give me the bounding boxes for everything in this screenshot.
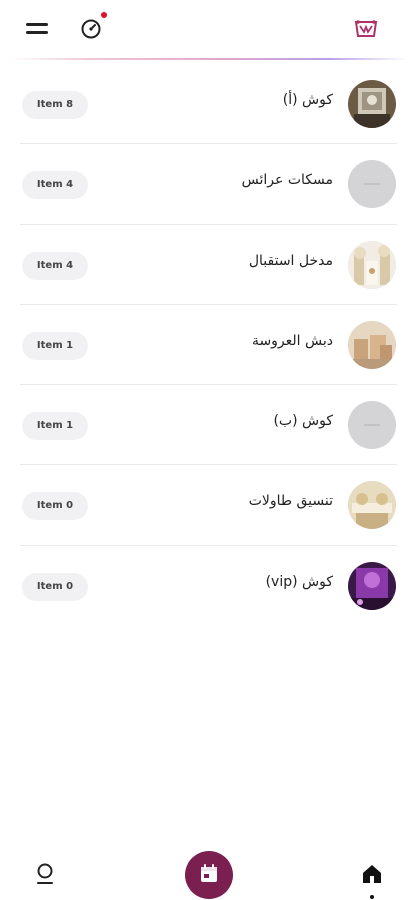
user-profile-icon[interactable] — [34, 862, 56, 886]
category-thumbnail — [348, 160, 396, 209]
item-count-badge: Item 8 — [22, 91, 88, 119]
item-count-badge: Item 0 — [22, 572, 88, 601]
brand-logo-icon[interactable] — [352, 16, 380, 42]
category-list: كوش (أ) Item 8 مسكات عرائس Item 4 مدخل ا… — [0, 64, 417, 626]
category-title: مسكات عرائس — [241, 172, 333, 189]
category-title: كوش (vip) — [265, 573, 333, 590]
calendar-icon — [201, 864, 217, 882]
notification-dot — [101, 12, 107, 18]
category-row[interactable]: دبش العروسة Item 1 — [0, 305, 417, 386]
category-title: كوش (ب) — [273, 413, 333, 430]
category-title: كوش (أ) — [282, 92, 333, 108]
category-row[interactable]: تنسيق طاولات Item 0 — [0, 465, 417, 546]
item-count-badge: Item 4 — [22, 171, 88, 200]
item-count-badge: Item 4 — [22, 251, 88, 280]
category-row[interactable]: كوش (ب) Item 1 — [0, 385, 417, 466]
bottom-navigation — [0, 840, 417, 900]
speedometer-icon[interactable] — [78, 15, 104, 41]
category-title: تنسيق طاولات — [248, 493, 333, 510]
hamburger-menu-icon[interactable] — [26, 20, 48, 38]
category-thumbnail — [348, 561, 396, 610]
item-count-badge: Item 1 — [22, 412, 88, 441]
calendar-button[interactable] — [185, 851, 233, 899]
category-thumbnail — [348, 320, 396, 369]
active-tab-indicator — [370, 895, 374, 899]
category-row[interactable]: مسكات عرائس Item 4 — [0, 144, 417, 225]
category-row[interactable]: كوش (أ) Item 8 — [0, 64, 417, 145]
category-thumbnail — [348, 401, 396, 450]
category-title: مدخل استقبال — [248, 252, 333, 269]
category-row[interactable]: كوش (vip) Item 0 — [0, 546, 417, 626]
category-title: دبش العروسة — [251, 332, 333, 349]
home-icon[interactable] — [360, 862, 384, 886]
category-row[interactable]: مدخل استقبال Item 4 — [0, 225, 417, 305]
item-count-badge: Item 1 — [22, 331, 88, 360]
item-count-badge: Item 0 — [22, 492, 88, 521]
header-divider — [8, 58, 408, 60]
category-thumbnail — [348, 481, 396, 530]
category-thumbnail — [348, 80, 396, 128]
category-thumbnail — [348, 240, 396, 289]
app-header — [0, 0, 417, 60]
